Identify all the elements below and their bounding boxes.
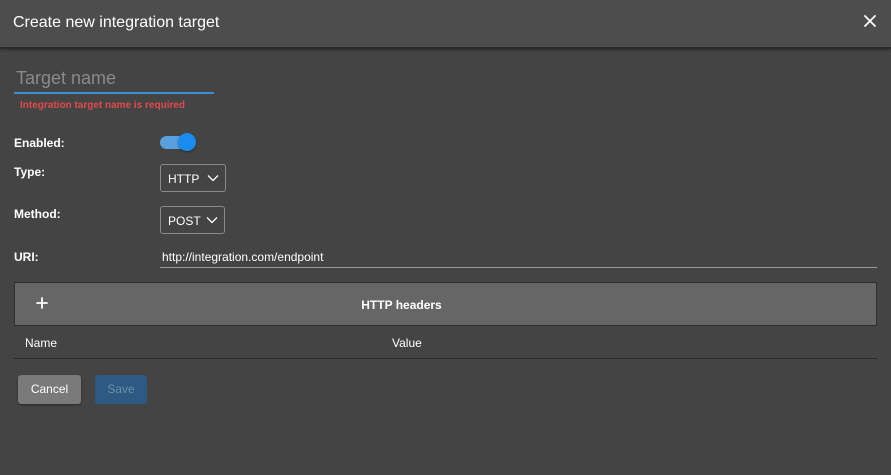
http-headers-bar: HTTP headers <box>14 282 877 326</box>
http-headers-title: HTTP headers <box>361 298 442 312</box>
toggle-thumb <box>178 133 196 151</box>
chevron-down-icon <box>206 217 218 224</box>
type-select-value: HTTP <box>168 172 200 186</box>
target-name-field <box>14 66 218 94</box>
method-select-value: POST <box>168 214 201 228</box>
method-label: Method: <box>14 207 61 221</box>
uri-input[interactable] <box>160 248 881 266</box>
chevron-down-icon <box>207 175 219 182</box>
close-icon[interactable] <box>863 14 877 28</box>
enabled-label: Enabled: <box>14 136 65 150</box>
save-button[interactable]: Save <box>95 375 147 404</box>
dialog-header: Create new integration target <box>0 0 891 49</box>
uri-field <box>160 248 881 268</box>
http-headers-table: Name Value <box>14 326 877 359</box>
uri-label: URI: <box>14 250 39 264</box>
cancel-button[interactable]: Cancel <box>18 375 81 404</box>
column-header-value: Value <box>392 336 422 350</box>
method-select[interactable]: POST <box>160 206 225 234</box>
target-name-error: Integration target name is required <box>20 100 186 111</box>
dialog-title: Create new integration target <box>13 14 220 31</box>
create-integration-target-dialog: Create new integration target Integratio… <box>0 0 891 475</box>
enabled-toggle[interactable] <box>160 133 196 151</box>
type-label: Type: <box>14 165 46 179</box>
target-name-input[interactable] <box>14 66 218 90</box>
type-select[interactable]: HTTP <box>160 164 226 192</box>
column-header-name: Name <box>25 336 58 350</box>
